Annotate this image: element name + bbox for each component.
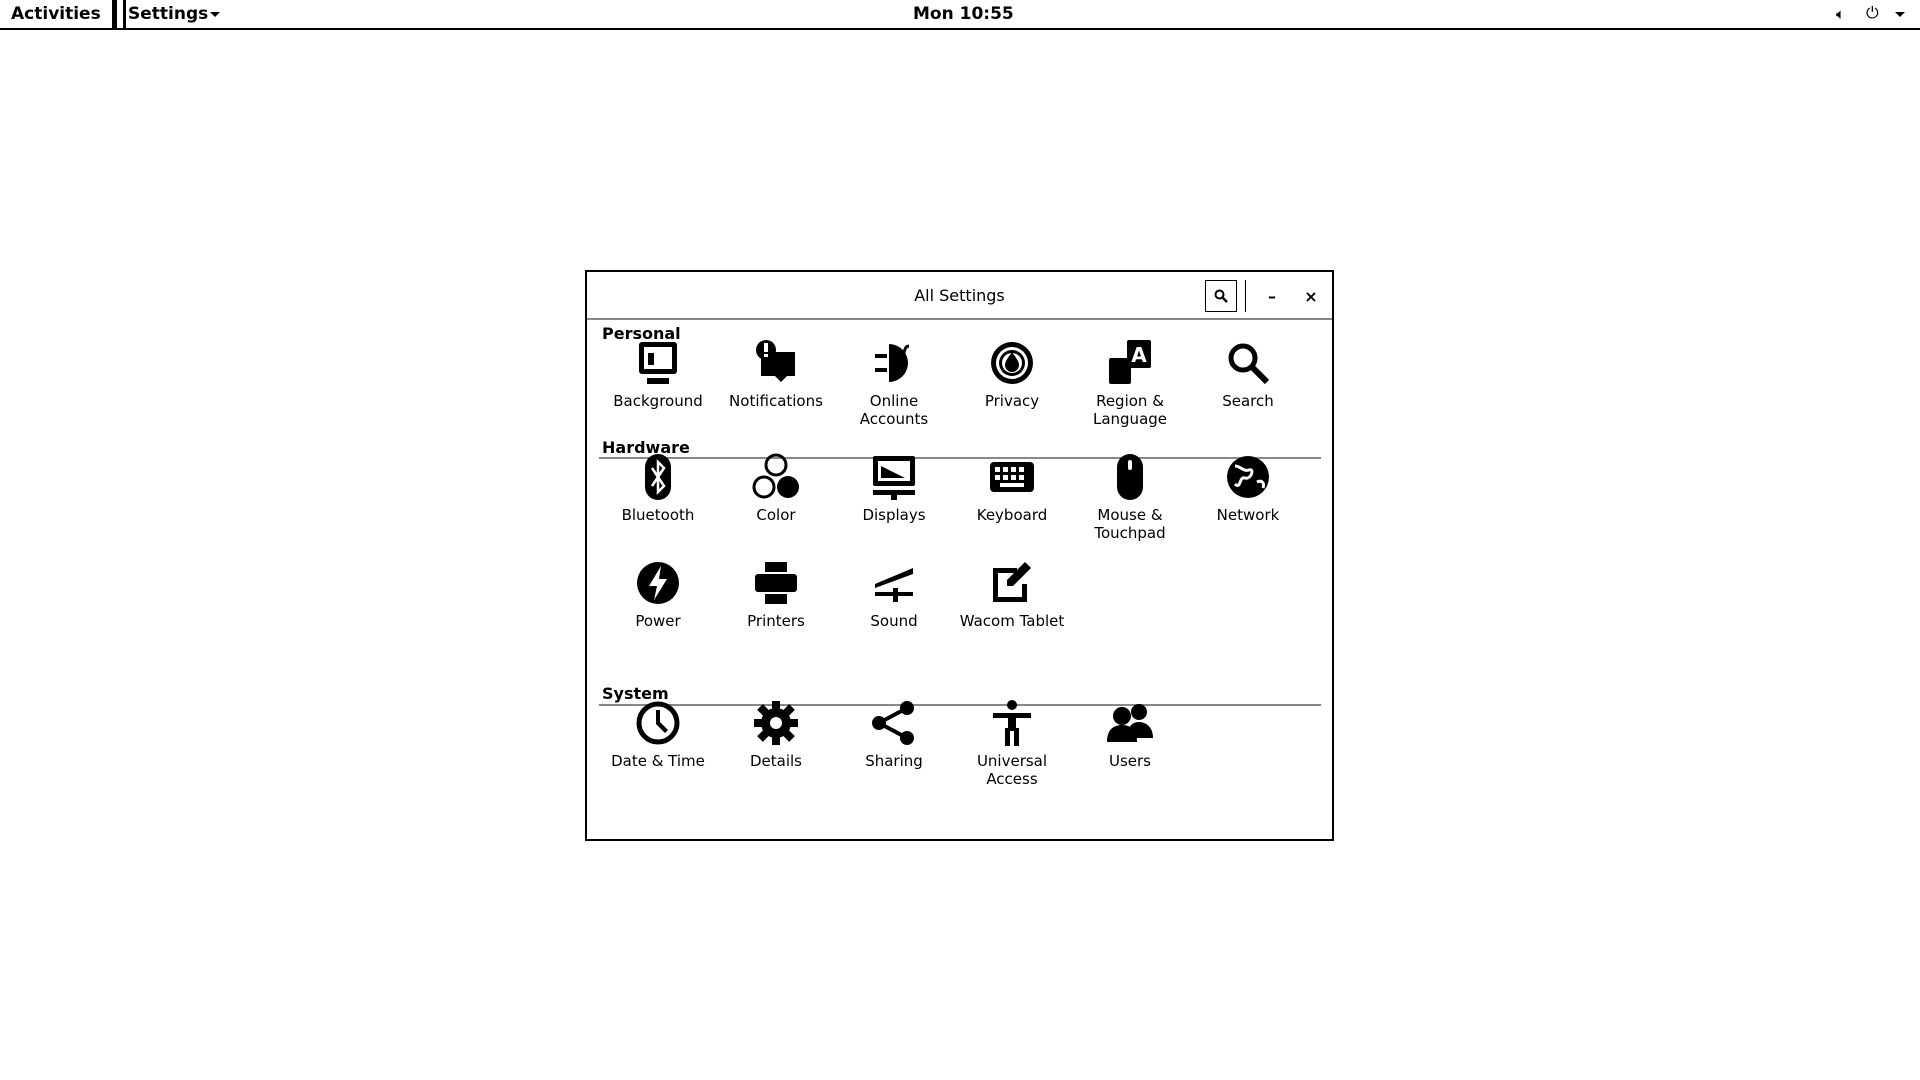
settings-item-universal-access[interactable]: Universal Access [953,698,1071,788]
search-icon [1228,343,1270,385]
network-icon [1227,456,1269,498]
sound-icon [875,568,913,602]
settings-item-label: Region & Language [1092,392,1168,428]
share-icon [872,701,914,745]
system-menu-chevron-icon[interactable] [1895,12,1905,22]
settings-item-displays[interactable]: Displays [835,452,953,524]
power-icon[interactable]: ⏻ [1866,3,1879,23]
settings-item-color[interactable]: Color [717,452,835,524]
clock-icon [636,701,680,745]
settings-item-label: Displays [862,506,926,524]
activities-button[interactable]: Activities [11,4,101,24]
settings-item-details[interactable]: Details [717,698,835,770]
title-bar: All Settings – × [587,272,1332,320]
printer-icon [755,562,797,604]
settings-item-label: Network [1216,506,1280,524]
settings-item-background[interactable]: Background [599,338,717,410]
settings-item-label: Sound [870,612,918,630]
settings-item-sound[interactable]: Sound [835,558,953,630]
settings-item-notifications[interactable]: Notifications [717,338,835,410]
accessibility-icon [993,700,1031,746]
privacy-icon [991,342,1033,384]
settings-item-wacom-tablet[interactable]: Wacom Tablet [953,558,1071,630]
settings-item-label: Printers [747,612,805,630]
settings-item-label: Universal Access [976,752,1048,788]
settings-item-label: Color [756,506,796,524]
app-menu[interactable]: Settings [128,4,208,24]
settings-item-network[interactable]: Network [1189,452,1307,524]
settings-item-label: Users [1108,752,1151,770]
settings-item-region-language[interactable]: A Region & Language [1071,338,1189,428]
settings-item-label: Notifications [729,392,823,410]
settings-item-label: Bluetooth [621,506,695,524]
search-icon [1214,289,1228,303]
notifications-icon [756,340,795,382]
settings-item-label: Date & Time [611,752,705,770]
users-icon [1107,704,1153,742]
top-bar: Activities Settings Mon 10:55 🔈︎ ⏻ [0,0,1920,30]
minimize-button[interactable]: – [1256,280,1288,312]
settings-item-online-accounts[interactable]: Online Accounts [835,338,953,428]
settings-item-label: Sharing [865,752,923,770]
settings-item-label: Power [635,612,681,630]
settings-item-label: Mouse & Touchpad [1094,506,1166,542]
settings-item-privacy[interactable]: Privacy [953,338,1071,410]
online-accounts-icon [875,344,910,382]
settings-item-date-time[interactable]: Date & Time [599,698,717,770]
settings-item-label: Background [613,392,703,410]
settings-item-label: Search [1222,392,1274,410]
background-icon [639,342,677,384]
settings-item-label: Online Accounts [859,392,929,428]
gear-icon [754,701,798,745]
search-button[interactable] [1205,280,1237,312]
volume-icon[interactable]: 🔈︎ [1836,5,1845,23]
settings-item-printers[interactable]: Printers [717,558,835,630]
settings-item-search[interactable]: Search [1189,338,1307,410]
keyboard-icon [990,462,1034,492]
settings-item-users[interactable]: Users [1071,698,1189,770]
power-icon [637,562,679,604]
clock[interactable]: Mon 10:55 [913,4,1014,24]
settings-item-keyboard[interactable]: Keyboard [953,452,1071,524]
settings-item-mouse-touchpad[interactable]: Mouse & Touchpad [1071,452,1189,542]
close-button[interactable]: × [1295,280,1327,312]
wacom-tablet-icon [993,562,1031,602]
bluetooth-icon [645,454,671,500]
region-language-icon: A [1109,340,1151,384]
settings-app-icon [112,0,126,30]
color-icon [752,453,799,499]
settings-window: All Settings – × Personal Background Notif… [585,270,1334,841]
svg-text:A: A [1131,343,1147,367]
settings-item-label: Details [749,752,802,770]
app-menu-chevron-icon [210,12,220,22]
settings-item-label: Wacom Tablet [959,612,1065,630]
settings-item-power[interactable]: Power [599,558,717,630]
displays-icon [873,456,915,500]
settings-item-bluetooth[interactable]: Bluetooth [599,452,717,524]
mouse-icon [1117,454,1143,500]
divider [1245,280,1246,312]
settings-item-label: Keyboard [976,506,1048,524]
settings-item-sharing[interactable]: Sharing [835,698,953,770]
settings-item-label: Privacy [984,392,1040,410]
